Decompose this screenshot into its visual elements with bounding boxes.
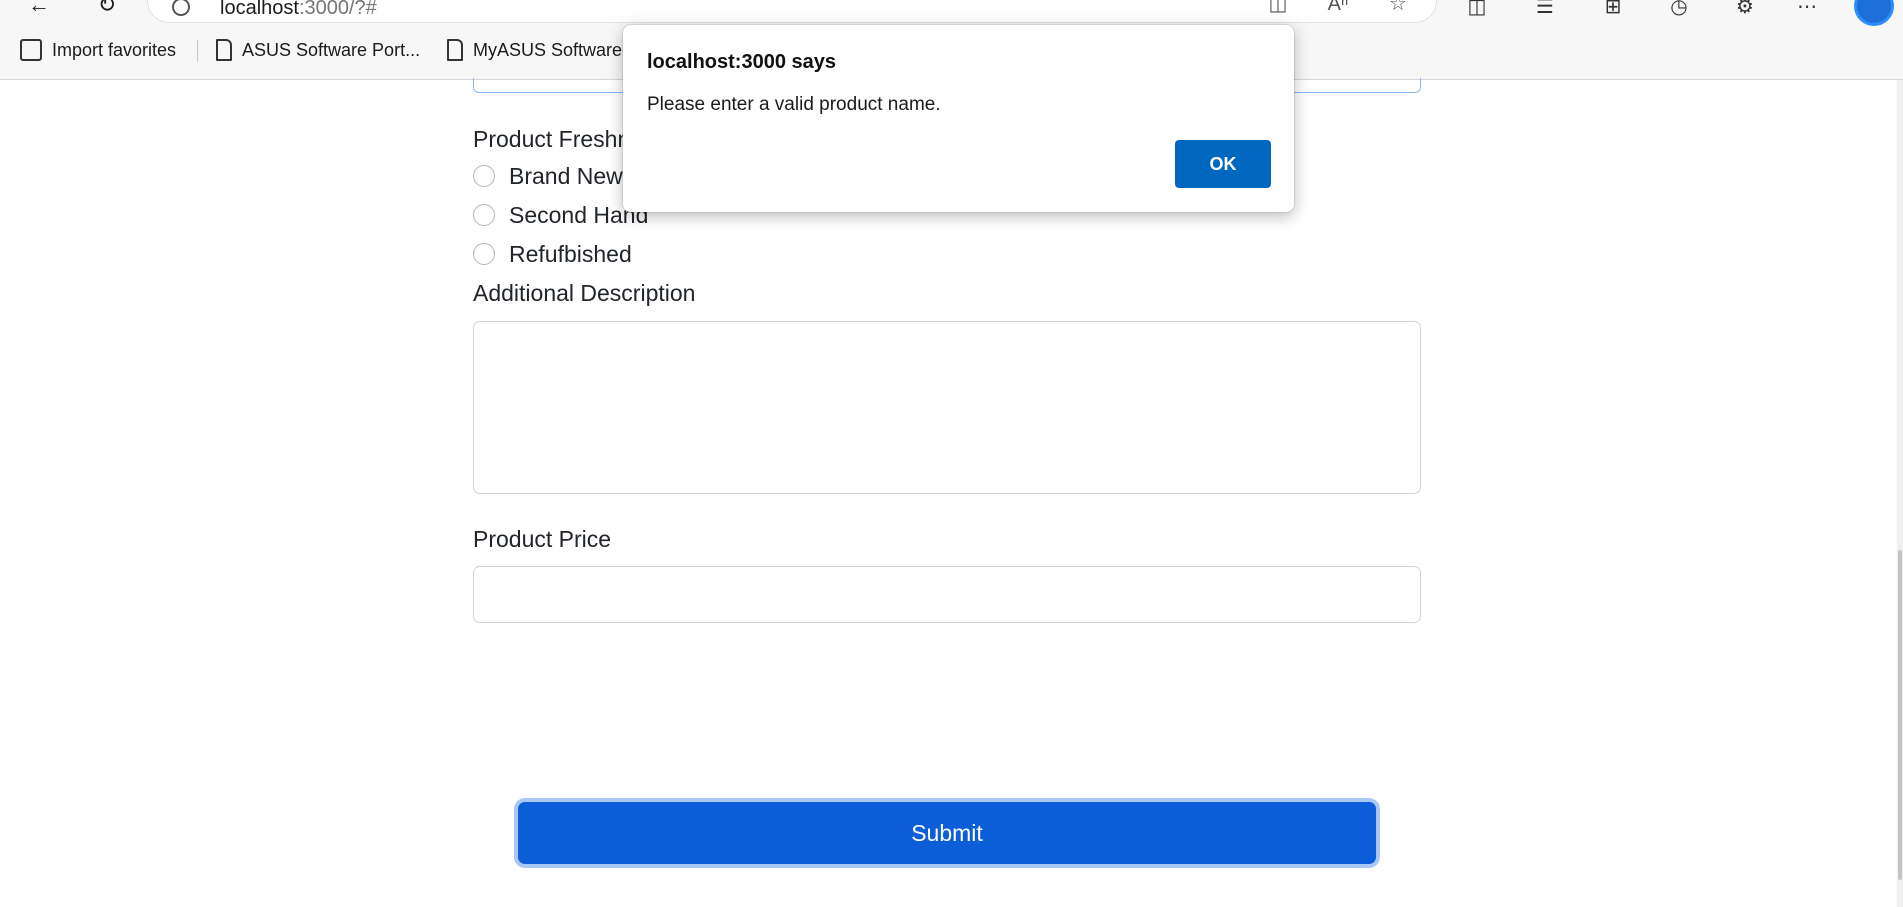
scrollbar-thumb[interactable] bbox=[1898, 550, 1902, 880]
description-textarea[interactable] bbox=[473, 321, 1421, 494]
favorite-asus-portal[interactable]: ASUS Software Port... bbox=[216, 34, 420, 66]
back-arrow-icon[interactable]: ← bbox=[22, 0, 56, 18]
refresh-icon[interactable]: ↻ bbox=[90, 0, 124, 18]
page-icon bbox=[447, 39, 463, 61]
favorite-myasus[interactable]: MyASUS Software bbox=[447, 34, 622, 66]
radio-brand-new[interactable]: Brand New bbox=[473, 161, 623, 191]
favorites-divider bbox=[197, 40, 198, 62]
address-bar[interactable]: localhost:3000/?# ◫ Aⁿ ☆ bbox=[148, 0, 1436, 22]
favorite-label: MyASUS Software bbox=[473, 39, 623, 60]
alert-dialog: localhost:3000 says Please enter a valid… bbox=[623, 25, 1294, 212]
extensions-icon[interactable]: ⚙ bbox=[1730, 0, 1760, 20]
page-icon bbox=[216, 39, 232, 61]
url-path: :3000/?# bbox=[298, 0, 377, 19]
split-screen-icon[interactable]: ◫ bbox=[1462, 0, 1492, 20]
price-input[interactable] bbox=[473, 566, 1421, 623]
collections-icon[interactable]: ⊞ bbox=[1598, 0, 1628, 20]
price-label: Product Price bbox=[473, 526, 612, 552]
favorite-star-icon[interactable]: ☆ bbox=[1384, 0, 1412, 16]
radio-refurbished[interactable]: Refufbished bbox=[473, 239, 632, 269]
site-info-icon[interactable] bbox=[172, 0, 190, 16]
read-aloud-icon[interactable]: Aⁿ bbox=[1324, 0, 1352, 16]
radio-circle[interactable] bbox=[473, 243, 495, 265]
favorites-list-icon[interactable]: ☰ bbox=[1530, 0, 1560, 20]
dialog-title: localhost:3000 says bbox=[647, 51, 836, 73]
copilot-icon[interactable] bbox=[1854, 0, 1894, 26]
url-host: localhost bbox=[220, 0, 299, 19]
history-icon[interactable]: ◷ bbox=[1664, 0, 1694, 20]
url-text[interactable]: localhost:3000/?# bbox=[220, 0, 377, 20]
submit-button[interactable]: Submit bbox=[518, 802, 1376, 864]
ok-button[interactable]: OK bbox=[1175, 140, 1271, 188]
dialog-message: Please enter a valid product name. bbox=[647, 94, 941, 115]
import-folder-icon bbox=[20, 39, 42, 61]
more-menu-icon[interactable]: ⋯ bbox=[1792, 0, 1822, 20]
favorite-import[interactable]: Import favorites bbox=[20, 34, 176, 66]
favorite-label: Import favorites bbox=[52, 39, 177, 60]
radio-circle[interactable] bbox=[473, 165, 495, 187]
description-label: Additional Description bbox=[473, 280, 696, 306]
radio-label: Refufbished bbox=[509, 240, 632, 267]
radio-label: Brand New bbox=[509, 162, 623, 189]
radio-circle[interactable] bbox=[473, 204, 495, 226]
app-available-icon[interactable]: ◫ bbox=[1264, 0, 1292, 16]
favorite-label: ASUS Software Port... bbox=[242, 39, 421, 60]
